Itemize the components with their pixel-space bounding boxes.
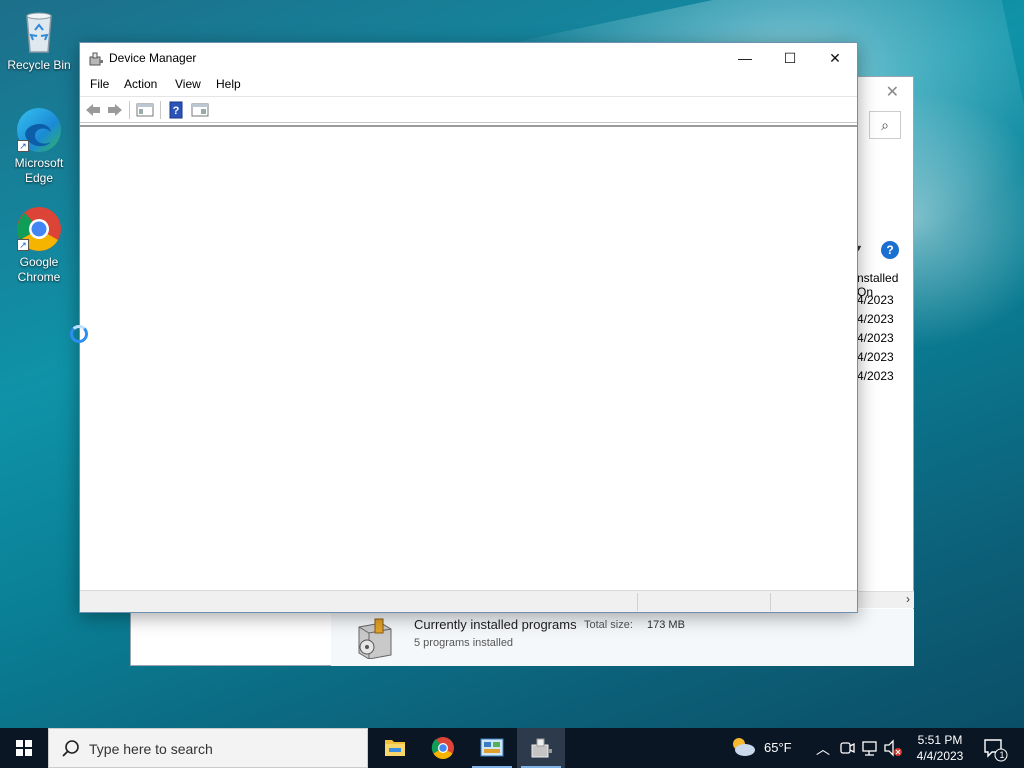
taskbar-device-manager[interactable] bbox=[517, 728, 565, 768]
menu-help[interactable]: Help bbox=[216, 77, 241, 91]
notification-count: 1 bbox=[999, 750, 1005, 760]
edge-icon: ↗ bbox=[15, 106, 63, 154]
installed-date: 4/2023 bbox=[857, 350, 894, 364]
help-topics-icon[interactable]: ? bbox=[167, 101, 185, 119]
taskbar-file-explorer[interactable] bbox=[371, 728, 419, 768]
search-icon bbox=[61, 739, 81, 759]
show-hide-console-tree-icon[interactable] bbox=[136, 101, 154, 119]
recycle-bin-icon bbox=[15, 8, 63, 56]
device-manager-icon bbox=[531, 738, 552, 758]
title-bar[interactable]: Device Manager — ☐ ✕ bbox=[80, 43, 857, 74]
shortcut-arrow-icon: ↗ bbox=[17, 239, 29, 251]
weather-icon[interactable] bbox=[730, 728, 756, 768]
busy-cursor-icon bbox=[70, 325, 88, 343]
chrome-icon bbox=[431, 737, 454, 759]
toolbar-separator bbox=[160, 101, 161, 119]
desktop-icon-recycle-bin[interactable]: Recycle Bin bbox=[4, 8, 74, 73]
shortcut-arrow-icon: ↗ bbox=[17, 140, 29, 152]
installed-date: 4/2023 bbox=[857, 369, 894, 383]
maximize-button[interactable]: ☐ bbox=[767, 43, 813, 73]
weather-temperature[interactable]: 65°F bbox=[764, 740, 792, 756]
taskbar-search-box[interactable]: Type here to search bbox=[48, 728, 368, 768]
installed-date: 4/2023 bbox=[857, 312, 894, 326]
status-bar bbox=[80, 590, 857, 612]
help-icon[interactable]: ? bbox=[881, 241, 899, 259]
window-title: Device Manager bbox=[109, 51, 197, 65]
show-hide-action-pane-icon[interactable] bbox=[191, 101, 209, 119]
close-button[interactable]: ✕ bbox=[812, 43, 858, 73]
total-size-label: Total size: bbox=[584, 619, 633, 631]
horizontal-scrollbar[interactable]: › bbox=[858, 591, 914, 608]
meet-now-icon[interactable] bbox=[838, 728, 856, 768]
device-manager-icon bbox=[88, 51, 104, 67]
network-icon[interactable] bbox=[860, 728, 880, 768]
desktop-icon-label: Google Chrome bbox=[17, 255, 61, 284]
control-panel-icon bbox=[480, 738, 504, 757]
device-manager-window[interactable]: Device Manager — ☐ ✕ File Action View He… bbox=[79, 42, 858, 613]
taskbar-control-panel[interactable] bbox=[468, 728, 516, 768]
status-divider bbox=[770, 593, 771, 611]
programs-box-icon bbox=[355, 615, 395, 660]
folder-icon bbox=[385, 740, 405, 756]
total-size-value: 173 MB bbox=[647, 619, 685, 631]
taskbar-chrome[interactable] bbox=[419, 728, 467, 768]
show-hidden-icons-chevron-icon[interactable]: ︿ bbox=[816, 739, 830, 757]
taskbar: Type here to search 65°F ︿ 5:51 PM 4/4/2… bbox=[0, 728, 1024, 768]
chrome-icon: ↗ bbox=[15, 205, 63, 253]
menu-action[interactable]: Action bbox=[124, 77, 157, 91]
installed-date: 4/2023 bbox=[857, 293, 894, 307]
toolbar-separator bbox=[129, 101, 130, 119]
installed-date: 4/2023 bbox=[857, 331, 894, 345]
toolbar: ? bbox=[80, 96, 857, 123]
menu-view[interactable]: View bbox=[175, 77, 201, 91]
clock-time: 5:51 PM bbox=[917, 733, 963, 747]
device-tree-pane[interactable] bbox=[80, 125, 857, 589]
programs-status-panel: Currently installed programs Total size:… bbox=[331, 609, 914, 666]
minimize-button[interactable]: — bbox=[722, 43, 768, 73]
notification-center-icon[interactable] bbox=[982, 728, 1008, 768]
desktop-icon-label: Recycle Bin bbox=[7, 58, 71, 72]
scroll-right-icon[interactable]: › bbox=[906, 592, 910, 606]
start-button[interactable] bbox=[0, 728, 48, 768]
system-clock[interactable]: 5:51 PM 4/4/2023 bbox=[912, 732, 968, 764]
desktop-icon-label: Microsoft Edge bbox=[14, 156, 64, 185]
background-close-icon[interactable]: ✕ bbox=[886, 82, 899, 102]
menu-bar: File Action View Help bbox=[80, 74, 857, 96]
back-arrow-icon[interactable] bbox=[84, 101, 102, 119]
menu-file[interactable]: File bbox=[90, 77, 109, 91]
volume-muted-icon[interactable] bbox=[882, 728, 904, 768]
programs-count: 5 programs installed bbox=[414, 637, 514, 649]
status-divider bbox=[637, 593, 638, 611]
desktop-icon-microsoft-edge[interactable]: ↗ Microsoft Edge bbox=[4, 106, 74, 186]
search-placeholder: Type here to search bbox=[89, 741, 213, 757]
installed-programs-title: Currently installed programs bbox=[414, 617, 577, 632]
forward-arrow-icon[interactable] bbox=[106, 101, 124, 119]
desktop-icon-google-chrome[interactable]: ↗ Google Chrome bbox=[4, 205, 74, 285]
clock-date: 4/4/2023 bbox=[916, 749, 964, 763]
svg-text:?: ? bbox=[173, 105, 180, 117]
background-search-icon[interactable]: ⌕ bbox=[869, 111, 901, 139]
